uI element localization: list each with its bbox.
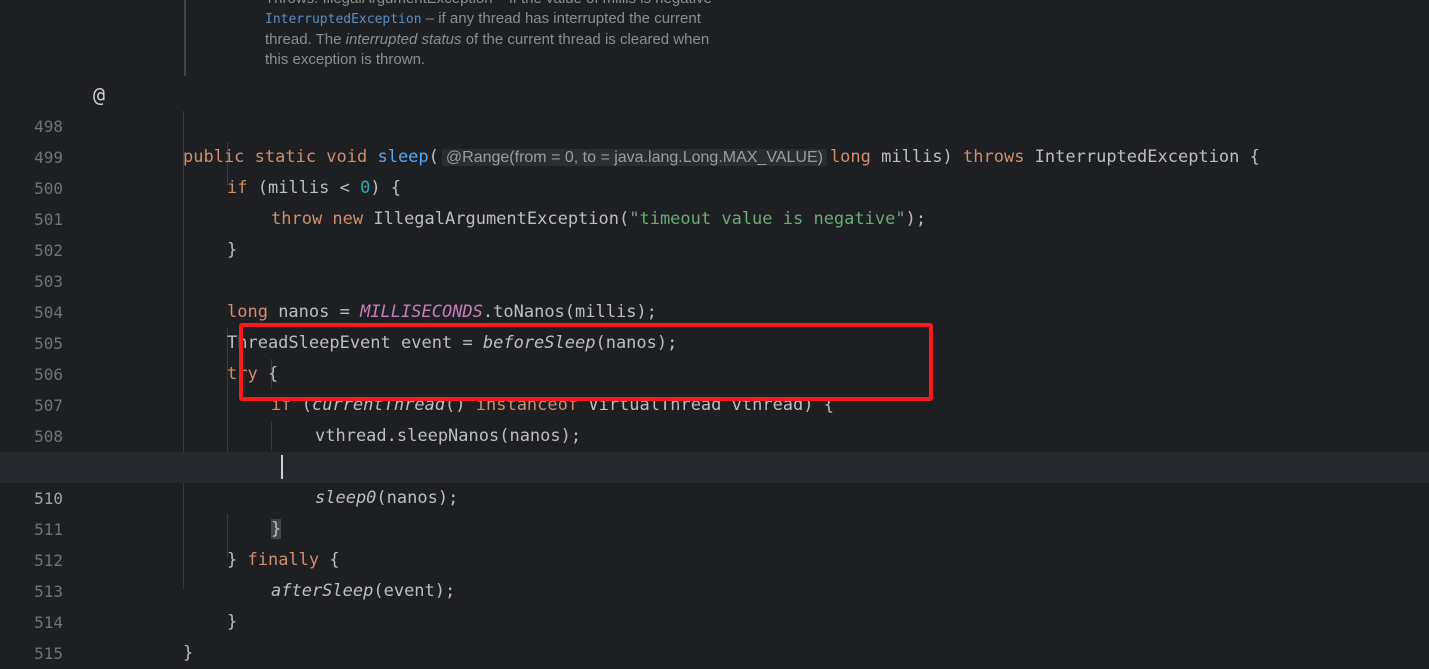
code-line[interactable]: 502	[0, 204, 1429, 260]
doc-line: Throws: IllegalArgumentException – if th…	[265, 0, 712, 9]
code-line[interactable]: 504 ThreadSleepEvent event = beforeSleep…	[0, 266, 1429, 353]
doc-line: InterruptedException – if any thread has…	[265, 10, 701, 27]
line-number: 515	[34, 644, 63, 663]
text-caret	[281, 455, 283, 479]
code-line[interactable]: 500 throw new IllegalArgumentException("…	[0, 142, 1429, 229]
doc-line: thread. The interrupted status of the cu…	[265, 31, 710, 48]
doc-code-ref[interactable]: InterruptedException	[265, 12, 422, 27]
code-line-current[interactable]: 510 }	[0, 452, 1429, 539]
code-line[interactable]: 514 }	[0, 576, 1429, 663]
javadoc-rendered: Throws: IllegalArgumentException – if th…	[184, 0, 806, 76]
code-line[interactable]: 515	[0, 607, 1429, 663]
doc-line: this exception is thrown.	[265, 51, 426, 68]
code-line[interactable]: 509 sleep0(nanos);	[0, 421, 1429, 508]
code-line[interactable]: 498 public static void sleep(@Range(from…	[0, 80, 1429, 167]
code-line[interactable]: 501 }	[0, 173, 1429, 260]
code-line[interactable]: 513 }	[0, 545, 1429, 632]
code-line[interactable]: 503 long nanos = MILLISECONDS.toNanos(mi…	[0, 235, 1429, 322]
code-line[interactable]: 511 } finally {	[0, 483, 1429, 570]
code-line[interactable]: 512 afterSleep(event);	[0, 514, 1429, 601]
code-line[interactable]: 499 if (millis < 0) {	[0, 111, 1429, 198]
red-highlight-box	[239, 323, 933, 401]
